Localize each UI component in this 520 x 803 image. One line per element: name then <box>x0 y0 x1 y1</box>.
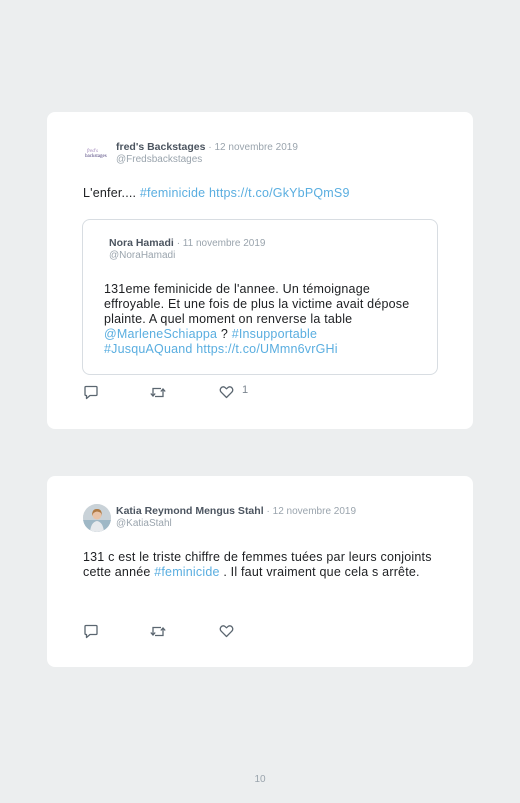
tweet-text: 131 c est le triste chiffre de femmes tu… <box>83 550 439 580</box>
hashtag-link[interactable]: #JusquAQuand <box>104 342 193 356</box>
tweet-text-plain: L'enfer.... <box>83 186 140 200</box>
author-name[interactable]: Katia Reymond Mengus Stahl <box>116 505 264 517</box>
url-link[interactable]: https://t.co/UMmn6vrGHi <box>196 342 337 356</box>
tweet-text-plain: . Il faut vraiment que cela s arrête. <box>219 565 420 579</box>
reply-icon <box>84 385 98 399</box>
hashtag-link[interactable]: #feminicide <box>140 186 205 200</box>
url-link[interactable]: https://t.co/GkYbPQmS9 <box>209 186 350 200</box>
like-button[interactable] <box>219 623 242 639</box>
tweet-actions: 1 <box>83 384 283 400</box>
like-icon <box>219 625 234 638</box>
avatar-logo-line2: backstages <box>85 154 107 159</box>
author-line: fred's Backstages · 12 novembre 2019 <box>116 141 298 153</box>
page-number: 10 <box>254 774 266 785</box>
tweet-text: L'enfer.... #feminicide https://t.co/GkY… <box>83 186 350 201</box>
mention-link[interactable]: @MarleneSchiappa <box>104 327 217 341</box>
retweet-button[interactable] <box>149 623 167 639</box>
like-button[interactable]: 1 <box>219 384 248 400</box>
quote-author-name[interactable]: Nora Hamadi <box>109 237 174 249</box>
avatar-photo <box>83 504 111 532</box>
quote-text-plain: 131eme feminicide de l'annee. Un témoign… <box>104 282 410 326</box>
quote-text: 131eme feminicide de l'annee. Un témoign… <box>104 282 424 357</box>
quote-author-line: Nora Hamadi · 11 novembre 2019 <box>109 237 265 249</box>
author-handle[interactable]: @Fredsbackstages <box>116 154 202 165</box>
avatar[interactable]: fred's backstages <box>83 140 111 168</box>
like-count: 1 <box>242 384 249 396</box>
author-name[interactable]: fred's Backstages <box>116 141 205 153</box>
tweet-date[interactable]: · 12 novembre 2019 <box>208 142 298 153</box>
retweet-button[interactable] <box>149 384 167 400</box>
reply-button[interactable] <box>83 384 99 400</box>
retweet-icon <box>150 626 166 636</box>
tweet-actions <box>83 623 283 639</box>
hashtag-link[interactable]: #feminicide <box>154 565 219 579</box>
reply-icon <box>84 624 98 638</box>
tweet-date[interactable]: · 12 novembre 2019 <box>267 506 357 517</box>
quote-handle[interactable]: @NoraHamadi <box>109 250 175 261</box>
tweet-card: Katia Reymond Mengus Stahl · 12 novembre… <box>47 476 473 667</box>
quoted-tweet[interactable]: Nora Hamadi · 11 novembre 2019 @NoraHama… <box>82 219 438 375</box>
quote-date[interactable]: · 11 novembre 2019 <box>177 238 266 249</box>
reply-button[interactable] <box>83 623 99 639</box>
avatar[interactable] <box>83 504 111 532</box>
like-icon <box>219 386 234 399</box>
quote-text-mid: ? <box>217 327 232 341</box>
hashtag-link[interactable]: #Insupportable <box>232 327 318 341</box>
author-line: Katia Reymond Mengus Stahl · 12 novembre… <box>116 505 356 517</box>
retweet-icon <box>150 387 166 397</box>
tweet-card: fred's backstages fred's Backstages · 12… <box>47 112 473 429</box>
author-handle[interactable]: @KatiaStahl <box>116 518 172 529</box>
